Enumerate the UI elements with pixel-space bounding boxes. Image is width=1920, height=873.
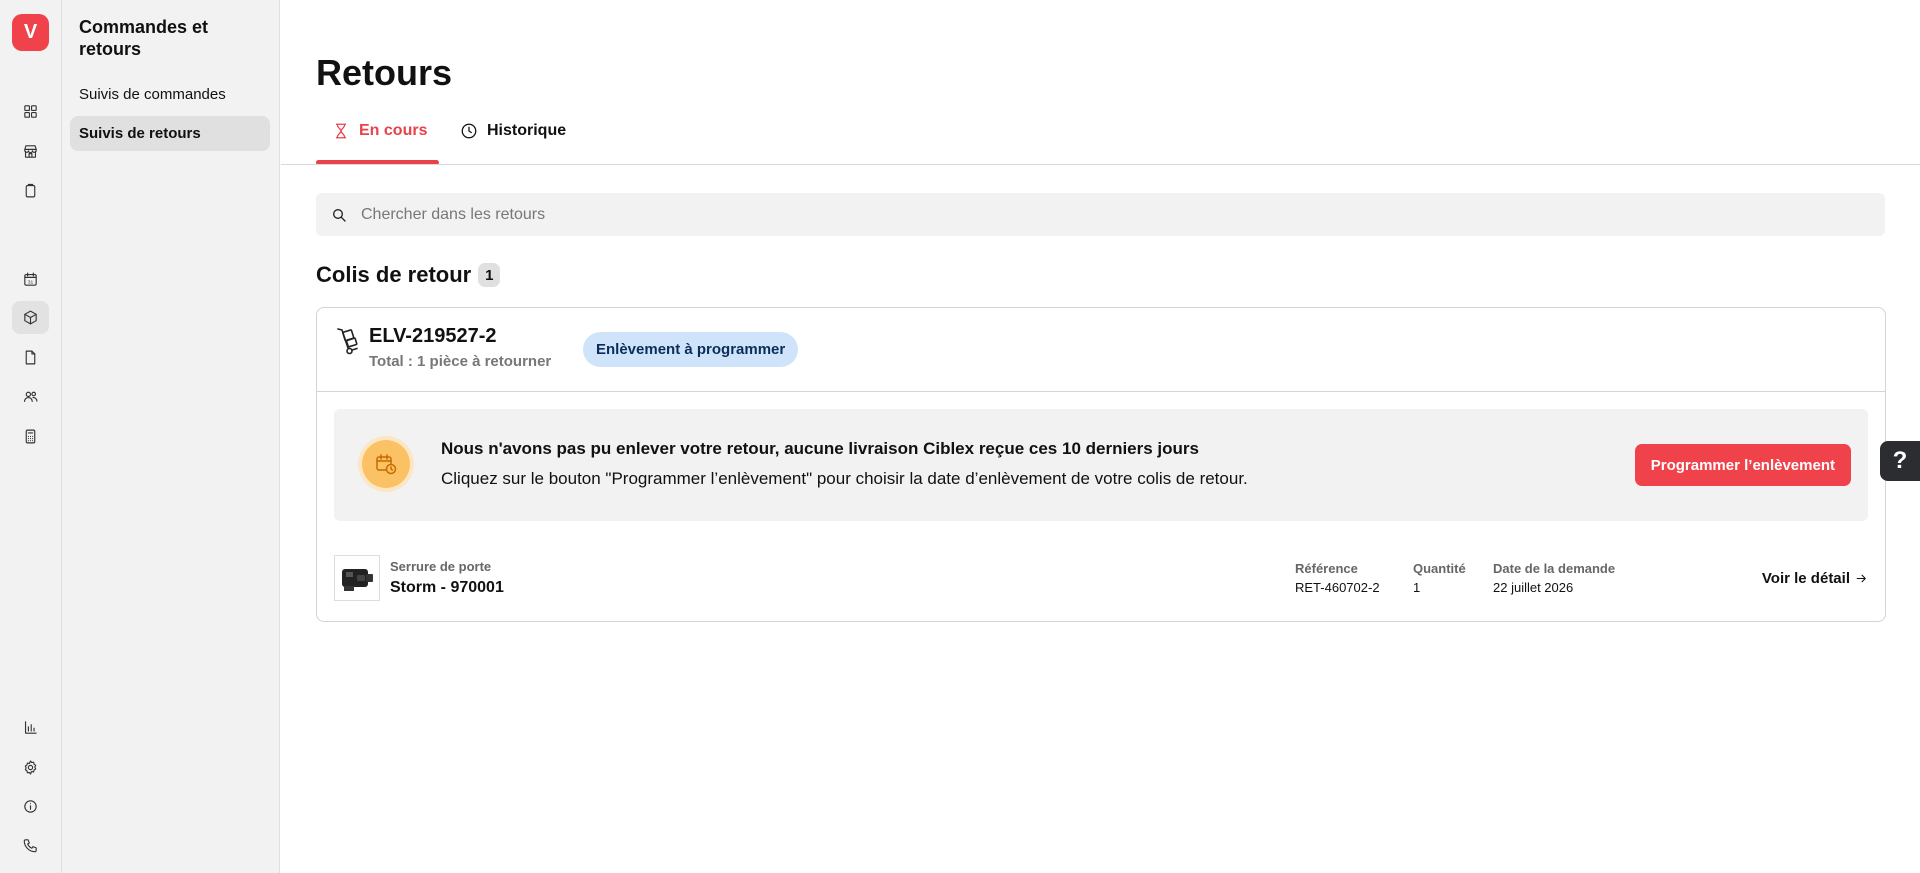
store-icon [24, 145, 37, 158]
help-button[interactable]: ? [1880, 441, 1920, 481]
clipboard-nav-button[interactable] [12, 174, 49, 207]
search-bar[interactable] [316, 193, 1885, 236]
product-thumbnail [334, 555, 380, 601]
contact-nav-button[interactable] [12, 829, 49, 862]
clock-icon [461, 123, 477, 139]
calendar-clock-icon [362, 440, 410, 488]
users-icon [23, 391, 38, 403]
subnav-item-order-tracking[interactable]: Suivis de commandes [70, 77, 270, 112]
store-nav-button[interactable] [12, 135, 49, 168]
count-badge: 1 [478, 263, 501, 287]
svg-text:31: 31 [28, 279, 34, 285]
reference-label: Référence [1295, 561, 1358, 576]
section-title: Colis de retour 1 [316, 262, 501, 288]
quantity-value: 1 [1413, 580, 1421, 595]
icon-rail: V 31 [0, 0, 62, 873]
calendar-icon: 31 [24, 272, 37, 286]
alert-text: Cliquez sur le bouton "Programmer l’enlè… [441, 469, 1248, 488]
phone-icon [23, 839, 37, 853]
documents-nav-button[interactable] [12, 341, 49, 374]
tabs-divider [281, 164, 1920, 165]
clipboard-icon [25, 183, 36, 198]
tab-en-cours[interactable]: En cours [316, 108, 439, 165]
schedule-pickup-button[interactable]: Programmer l’enlèvement [1634, 444, 1851, 486]
tab-historique[interactable]: Historique [460, 108, 590, 164]
info-icon [24, 800, 37, 813]
subnav-panel: Commandes et retours Suivis de commandes… [62, 0, 280, 873]
package-icon [24, 310, 37, 325]
hand-truck-icon [333, 326, 359, 356]
settings-nav-button[interactable] [12, 751, 49, 784]
door-lock-icon [342, 569, 373, 591]
app-logo[interactable]: V [12, 14, 49, 51]
parcel-total: Total : 1 pièce à retourner [369, 353, 552, 370]
return-item-row: Serrure de porte Storm - 970001 Référenc… [317, 543, 1885, 603]
calculator-nav-button[interactable] [12, 420, 49, 453]
document-icon [25, 350, 36, 365]
date-value: 22 juillet 2026 [1493, 580, 1574, 595]
search-icon [333, 208, 346, 222]
subnav-title: Commandes et retours [79, 17, 209, 59]
users-nav-button[interactable] [12, 380, 49, 413]
quantity-label: Quantité [1413, 561, 1466, 576]
dashboard-nav-button[interactable] [12, 95, 49, 128]
calculator-icon [25, 429, 36, 444]
item-name: Storm - 970001 [390, 579, 504, 596]
view-detail-link[interactable]: Voir le détail [1762, 570, 1868, 587]
return-parcel-card: ELV-219527-2 Total : 1 pièce à retourner… [316, 307, 1886, 622]
parcel-id: ELV-219527-2 [369, 325, 497, 347]
status-badge: Enlèvement à programmer [583, 332, 799, 367]
bar-chart-icon [24, 721, 37, 734]
search-input[interactable] [361, 205, 1761, 224]
pickup-alert: Nous n'avons pas pu enlever votre retour… [334, 409, 1868, 521]
calendar-nav-button[interactable]: 31 [12, 263, 49, 296]
hourglass-icon [335, 123, 347, 139]
arrow-right-icon [1856, 574, 1866, 583]
item-category: Serrure de porte [390, 559, 492, 574]
reference-value: RET-460702-2 [1295, 580, 1380, 595]
returns-nav-button[interactable] [12, 301, 49, 334]
analytics-nav-button[interactable] [12, 711, 49, 744]
dashboard-icon [24, 105, 37, 118]
date-label: Date de la demande [1493, 561, 1616, 576]
gear-icon [24, 760, 37, 775]
page-title: Retours [316, 52, 453, 93]
info-nav-button[interactable] [12, 790, 49, 823]
parcel-header: ELV-219527-2 Total : 1 pièce à retourner… [317, 308, 1885, 392]
alert-title: Nous n'avons pas pu enlever votre retour… [441, 439, 1199, 458]
subnav-item-return-tracking[interactable]: Suivis de retours [70, 116, 270, 151]
main-content: Retours En cours Historique Colis de ret… [281, 0, 1920, 873]
